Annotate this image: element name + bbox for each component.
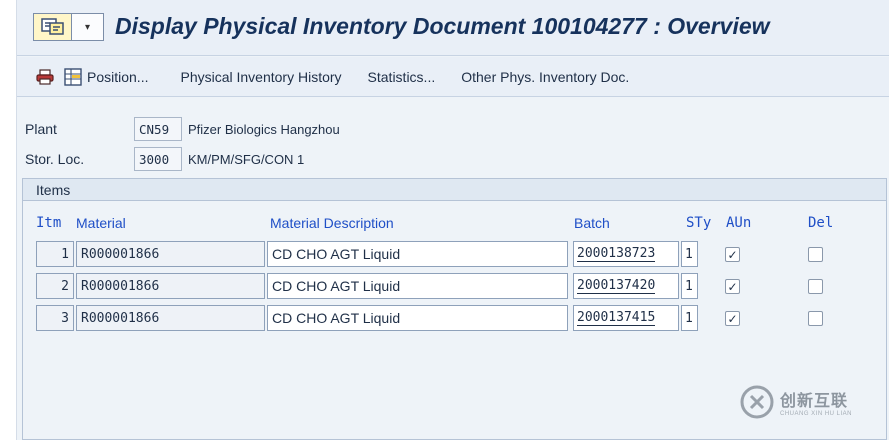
position-button[interactable]: Position... <box>87 69 148 85</box>
delete-checkbox[interactable] <box>808 311 823 326</box>
batch-value: 2000137415 <box>577 310 656 326</box>
title-bar: ▾ Display Physical Inventory Document 10… <box>17 0 889 56</box>
plant-code-field[interactable]: CN59 <box>134 117 182 141</box>
watermark-logo: 创新互联 CHUANG XIN HU LIAN <box>740 385 852 419</box>
chevron-down-icon: ▾ <box>84 21 91 33</box>
system-menu-button[interactable]: ▾ <box>33 13 104 41</box>
batch-value: 2000137420 <box>577 278 656 294</box>
batch-cell[interactable]: 2000137415 <box>573 305 679 331</box>
column-header-itm[interactable]: Itm <box>36 215 61 231</box>
position-icon[interactable] <box>62 66 84 88</box>
column-header-material[interactable]: Material <box>76 215 126 231</box>
watermark-text: 创新互联 CHUANG XIN HU LIAN <box>780 387 852 417</box>
statistics-button[interactable]: Statistics... <box>368 69 436 85</box>
batch-value: 2000138723 <box>577 246 656 262</box>
application-toolbar: Position... Physical Inventory History S… <box>17 57 889 97</box>
print-icon[interactable] <box>34 66 56 88</box>
material-description-cell[interactable]: CD CHO AGT Liquid <box>267 241 568 267</box>
plant-name: Pfizer Biologics Hangzhou <box>188 121 340 137</box>
storage-location-name: KM/PM/SFG/CON 1 <box>188 151 305 167</box>
storage-location-code-field[interactable]: 3000 <box>134 147 182 171</box>
batch-cell[interactable]: 2000138723 <box>573 241 679 267</box>
aun-checkbox[interactable]: ✓ <box>725 311 740 326</box>
storage-location-label: Stor. Loc. <box>25 151 85 167</box>
aun-checkbox[interactable]: ✓ <box>725 247 740 262</box>
other-phys-inventory-doc-button[interactable]: Other Phys. Inventory Doc. <box>461 69 629 85</box>
column-header-aun[interactable]: AUn <box>726 215 751 231</box>
material-cell[interactable]: R000001866 <box>76 241 265 267</box>
watermark-icon <box>740 385 774 419</box>
aun-checkbox[interactable]: ✓ <box>725 279 740 294</box>
column-header-batch[interactable]: Batch <box>574 215 610 231</box>
delete-checkbox[interactable] <box>808 247 823 262</box>
column-header-stock-type[interactable]: STy <box>686 215 711 231</box>
column-header-material-description[interactable]: Material Description <box>270 215 394 231</box>
column-header-del[interactable]: Del <box>808 215 833 231</box>
item-number-cell[interactable]: 3 <box>36 305 74 331</box>
item-number-cell[interactable]: 2 <box>36 273 74 299</box>
plant-label: Plant <box>25 121 57 137</box>
watermark-text-en: CHUANG XIN HU LIAN <box>780 411 853 417</box>
stock-type-cell[interactable]: 1 <box>681 273 698 299</box>
stock-type-cell[interactable]: 1 <box>681 241 698 267</box>
left-margin-strip <box>0 0 17 440</box>
page-title: Display Physical Inventory Document 1001… <box>115 13 770 39</box>
item-number-cell[interactable]: 1 <box>36 241 74 267</box>
stock-type-cell[interactable]: 1 <box>681 305 698 331</box>
system-menu-icon <box>34 14 72 40</box>
physical-inventory-history-button[interactable]: Physical Inventory History <box>180 69 341 85</box>
delete-checkbox[interactable] <box>808 279 823 294</box>
material-description-cell[interactable]: CD CHO AGT Liquid <box>267 305 568 331</box>
material-cell[interactable]: R000001866 <box>76 305 265 331</box>
plant-row: Plant CN59 Pfizer Biologics Hangzhou <box>17 116 340 142</box>
material-description-cell[interactable]: CD CHO AGT Liquid <box>267 273 568 299</box>
batch-cell[interactable]: 2000137420 <box>573 273 679 299</box>
items-section-title: Items <box>23 179 886 201</box>
material-cell[interactable]: R000001866 <box>76 273 265 299</box>
watermark-text-cn: 创新互联 <box>780 393 849 410</box>
storage-location-row: Stor. Loc. 3000 KM/PM/SFG/CON 1 <box>17 146 304 172</box>
